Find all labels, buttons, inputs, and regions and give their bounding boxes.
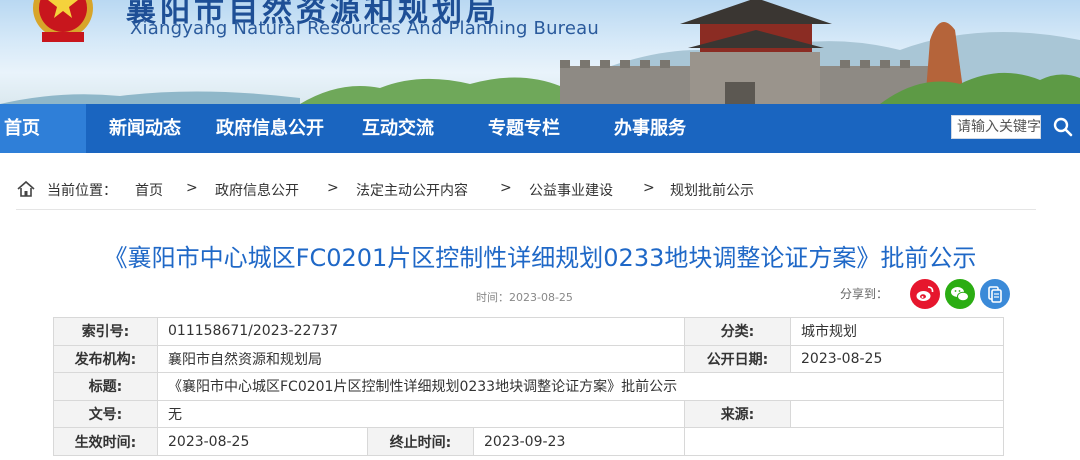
nav-item-services[interactable]: 办事服务: [614, 104, 686, 153]
index-value: 011158671/2023-22737: [157, 317, 685, 346]
table-row: 标题: 《襄阳市中心城区FC0201片区控制性详细规划0233地块调整论证方案》…: [53, 372, 1004, 401]
table-row: 生效时间: 2023-08-25 终止时间: 2023-09-23: [53, 427, 1004, 456]
category-label: 分类:: [684, 317, 791, 346]
nav-item-news[interactable]: 新闻动态: [109, 104, 181, 153]
breadcrumb-item-statutory[interactable]: 法定主动公开内容: [356, 180, 468, 200]
index-label: 索引号:: [53, 317, 158, 346]
expire-label: 终止时间:: [367, 427, 474, 456]
weibo-icon[interactable]: [910, 279, 940, 309]
copy-icon[interactable]: [980, 279, 1010, 309]
nav-item-gov-info[interactable]: 政府信息公开: [216, 104, 324, 153]
search-icon[interactable]: [1050, 115, 1076, 139]
share-label: 分享到：: [840, 287, 889, 301]
nav-item-topics[interactable]: 专题专栏: [488, 104, 560, 153]
table-row: 发布机构: 襄阳市自然资源和规划局 公开日期: 2023-08-25: [53, 344, 1004, 374]
document-info-table: 索引号: 011158671/2023-22737 分类: 城市规划 发布机构:…: [53, 317, 1004, 456]
national-emblem-icon: [33, 0, 93, 42]
subject-value: 《襄阳市中心城区FC0201片区控制性详细规划0233地块调整论证方案》批前公示: [157, 372, 1004, 401]
subject-label: 标题:: [53, 372, 158, 401]
table-row: 索引号: 011158671/2023-22737 分类: 城市规划: [53, 317, 1004, 346]
wechat-icon[interactable]: [945, 279, 975, 309]
site-title-en: Xiangyang Natural Resources And Planning…: [130, 18, 599, 39]
home-icon: [17, 180, 35, 197]
empty-cell: [684, 427, 1004, 456]
main-nav: 首页 新闻动态 政府信息公开 互动交流 专题专栏 办事服务: [0, 104, 1080, 153]
nav-item-home[interactable]: 首页: [0, 104, 86, 153]
expire-value: 2023-09-23: [473, 427, 685, 456]
breadcrumb-separator: >: [327, 180, 339, 196]
breadcrumb-separator: >: [500, 180, 512, 196]
table-row: 文号: 无 来源:: [53, 399, 1004, 429]
publisher-label: 发布机构:: [53, 344, 158, 374]
site-banner: 襄阳市自然资源和规划局 Xiangyang Natural Resources …: [0, 0, 1080, 104]
breadcrumb-item-planning[interactable]: 规划批前公示: [670, 180, 754, 200]
pubdate-value: 2023-08-25: [790, 344, 1004, 374]
effective-value: 2023-08-25: [157, 427, 368, 456]
breadcrumb-separator: >: [643, 180, 655, 196]
source-value: [790, 399, 1004, 429]
publish-time: 时间：2023-08-25: [476, 291, 573, 304]
breadcrumb-item-public-welfare[interactable]: 公益事业建设: [529, 180, 613, 200]
article-title: 《襄阳市中心城区FC0201片区控制性详细规划0233地块调整论证方案》批前公示: [103, 244, 977, 272]
docno-value: 无: [157, 399, 685, 429]
effective-label: 生效时间:: [53, 427, 158, 456]
breadcrumb-separator: >: [186, 180, 198, 196]
nav-item-interaction[interactable]: 互动交流: [362, 104, 434, 153]
docno-label: 文号:: [53, 399, 158, 429]
breadcrumb-item-gov-info[interactable]: 政府信息公开: [215, 180, 299, 200]
publisher-value: 襄阳市自然资源和规划局: [157, 344, 685, 374]
breadcrumb-prefix: 当前位置：: [47, 183, 117, 199]
pubdate-label: 公开日期:: [684, 344, 791, 374]
category-value: 城市规划: [790, 317, 1004, 346]
breadcrumb: 当前位置： 首页 > 政府信息公开 > 法定主动公开内容 > 公益事业建设 > …: [16, 172, 1036, 210]
search-input[interactable]: 请输入关键字: [951, 115, 1041, 139]
source-label: 来源:: [684, 399, 791, 429]
breadcrumb-item-home[interactable]: 首页: [135, 180, 163, 200]
